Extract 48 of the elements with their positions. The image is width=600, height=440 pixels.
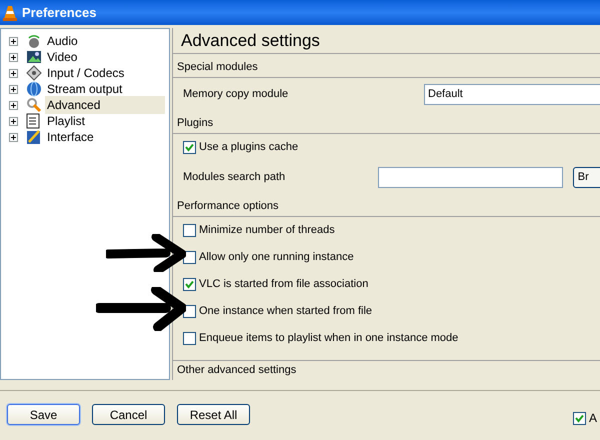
checkbox-label: Use a plugins cache: [199, 140, 298, 156]
checkbox-label: A: [589, 410, 598, 427]
checkbox-label: VLC is started from file association: [199, 277, 368, 292]
arrow-icon: [96, 287, 186, 331]
film-icon: [26, 49, 42, 65]
tree-item[interactable]: Stream output: [45, 80, 124, 98]
checkbox-label: Allow only one running instance: [199, 250, 354, 266]
input-field[interactable]: [378, 166, 563, 188]
checkbox[interactable]: [573, 412, 586, 424]
tree-item[interactable]: Input / Codecs: [45, 64, 126, 82]
panel-heading: Advanced settings: [181, 30, 320, 52]
speaker-icon: [26, 33, 42, 49]
dialog-button[interactable]: Reset All: [177, 404, 250, 425]
globe-icon: [26, 81, 42, 97]
expand-icon[interactable]: [9, 116, 18, 126]
tree-item[interactable]: Interface: [45, 128, 96, 146]
traffic-cone-icon: [3, 4, 17, 20]
checkbox-label: One instance when started from file: [199, 304, 372, 320]
section-heading: Other advanced settings: [177, 363, 296, 378]
option-label: Modules search path: [183, 170, 286, 185]
section-heading: Special modules: [177, 60, 258, 76]
expand-icon[interactable]: [9, 68, 18, 78]
expand-icon[interactable]: [9, 132, 18, 142]
section-heading: Plugins: [177, 116, 214, 132]
tree-item[interactable]: Advanced: [45, 96, 165, 114]
tree-item[interactable]: Playlist: [45, 112, 88, 130]
arrow-icon: [106, 234, 186, 272]
expand-icon[interactable]: [9, 84, 18, 94]
tree-item[interactable]: Video: [45, 48, 80, 66]
dialog-button[interactable]: Save: [7, 404, 80, 425]
option-label: Memory copy module: [183, 86, 290, 102]
dialog-button[interactable]: Cancel: [92, 404, 165, 425]
checkbox[interactable]: [183, 278, 196, 291]
dropdown[interactable]: Default: [424, 84, 600, 104]
tree-item[interactable]: Audio: [45, 32, 80, 50]
section-heading: Performance options: [177, 199, 278, 214]
expand-icon[interactable]: [9, 36, 18, 46]
checkbox-label: Minimize number of threads: [199, 223, 335, 238]
checkbox[interactable]: [183, 224, 196, 237]
checkbox[interactable]: [183, 141, 196, 154]
list-icon: [26, 113, 42, 129]
checkbox[interactable]: [183, 332, 196, 345]
window-title: Preferences: [22, 4, 96, 22]
pencil-icon: [26, 129, 42, 145]
checkbox-label: Enqueue items to playlist when in one instance mode: [199, 331, 458, 346]
browse-button[interactable]: Br: [572, 166, 600, 188]
expand-icon[interactable]: [9, 100, 18, 110]
expand-icon[interactable]: [9, 52, 18, 62]
